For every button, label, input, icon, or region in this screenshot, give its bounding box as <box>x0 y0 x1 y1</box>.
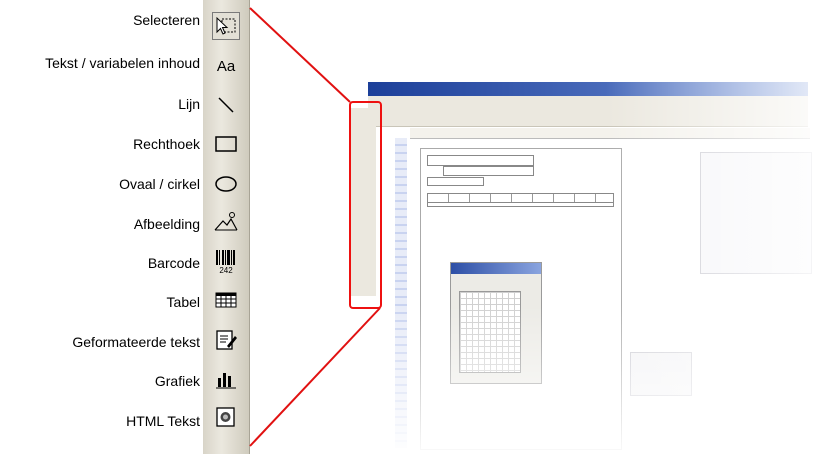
callout-lines <box>249 7 381 447</box>
callout-line-bottom <box>249 307 381 447</box>
callout-line-top <box>249 7 351 103</box>
